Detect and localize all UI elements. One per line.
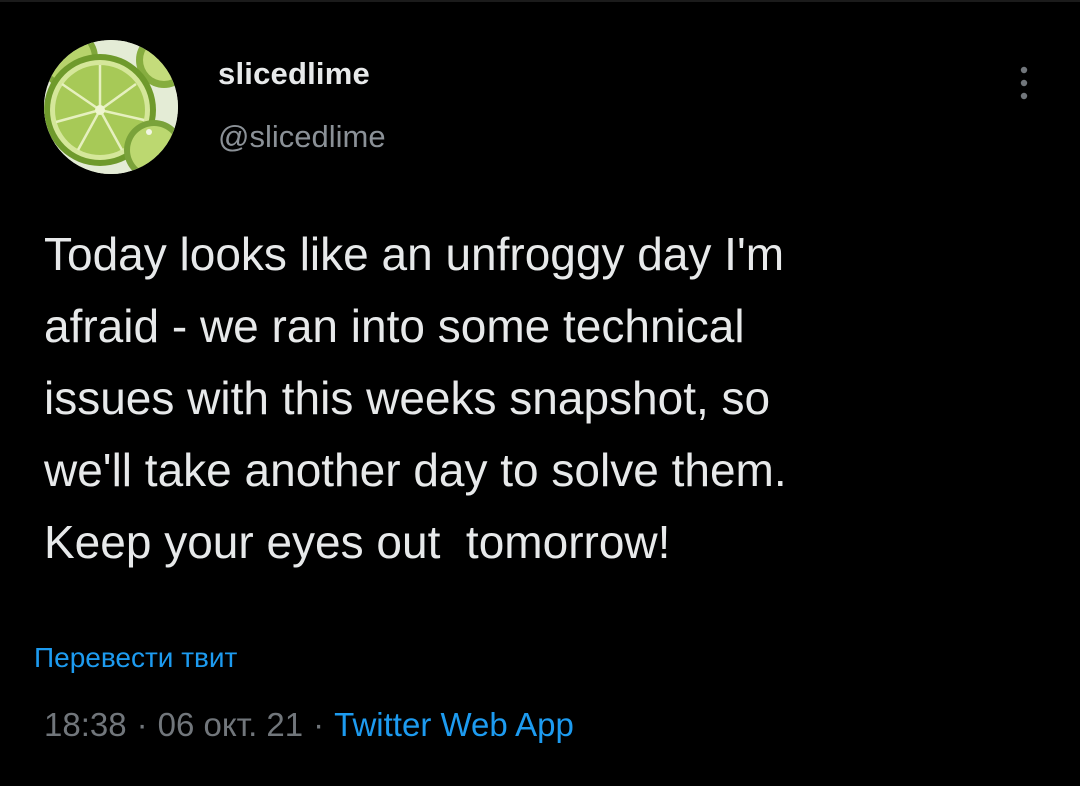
more-vertical-icon xyxy=(1020,66,1028,100)
translate-tweet-link[interactable]: Перевести твит xyxy=(34,642,237,674)
meta-separator: · xyxy=(136,706,148,743)
display-name[interactable]: slicedlime xyxy=(218,56,370,92)
tweet-text-line: Keep your eyes out tomorrow! xyxy=(44,516,671,568)
meta-separator: · xyxy=(313,706,325,743)
tweet-meta: 18:38 · 06 окт. 21 · Twitter Web App xyxy=(44,706,574,744)
tweet-text: Today looks like an unfroggy day I'm afr… xyxy=(44,218,1054,578)
tweet-text-line: we'll take another day to solve them. xyxy=(44,444,787,496)
tweet-time[interactable]: 18:38 xyxy=(44,706,127,743)
tweet-source-link[interactable]: Twitter Web App xyxy=(334,706,574,743)
more-options-button[interactable] xyxy=(1006,62,1042,106)
tweet-text-line: afraid - we ran into some technical xyxy=(44,300,745,352)
top-divider xyxy=(0,0,1080,2)
tweet-text-line: issues with this weeks snapshot, so xyxy=(44,372,771,424)
avatar[interactable] xyxy=(44,40,178,174)
user-handle[interactable]: @slicedlime xyxy=(218,119,386,155)
tweet-text-line: Today looks like an unfroggy day I'm xyxy=(44,228,785,280)
tweet-date[interactable]: 06 окт. 21 xyxy=(158,706,304,743)
lime-slice-icon xyxy=(44,40,178,174)
